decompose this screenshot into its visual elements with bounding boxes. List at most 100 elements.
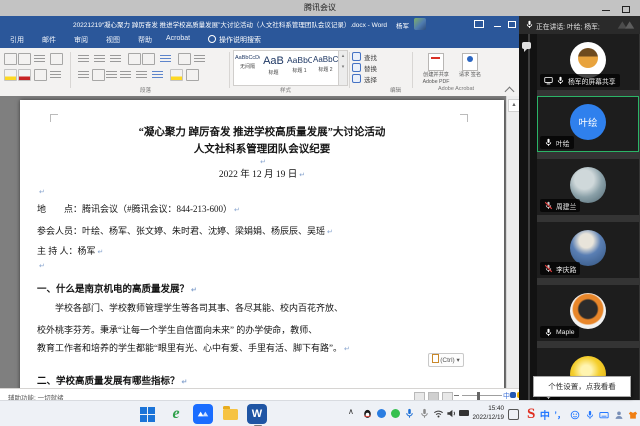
browser-tray-icon[interactable] — [377, 409, 386, 418]
show-marks-icon[interactable] — [194, 53, 205, 63]
chat-bubble-icon[interactable] — [522, 42, 531, 49]
participant-tile-yangjun-screenshare[interactable]: 杨军的屏幕共享 — [537, 34, 639, 90]
character-border-icon[interactable] — [50, 53, 63, 65]
tab-help[interactable]: 帮助 — [138, 35, 152, 45]
shrink-font-icon[interactable] — [18, 53, 31, 65]
notification-center-icon[interactable] — [508, 409, 519, 420]
start-button[interactable] — [140, 407, 155, 422]
style-no-spacing[interactable]: AaBbCcDc 无间隔 — [235, 51, 260, 83]
tell-me-search[interactable]: 操作说明搜索 — [208, 35, 261, 45]
participant-tile-yehui[interactable]: 叶绘 叶绘 — [537, 96, 639, 152]
font-color-icon[interactable] — [18, 69, 31, 81]
zoom-out-icon[interactable] — [454, 395, 459, 396]
line-spacing-icon[interactable] — [152, 69, 163, 79]
shading-icon[interactable] — [170, 69, 183, 81]
change-case-icon[interactable] — [34, 53, 45, 63]
scroll-up-icon[interactable]: ▲ — [508, 99, 519, 112]
empty-line — [20, 156, 504, 166]
mic-on-icon — [544, 138, 553, 147]
request-signatures-label[interactable]: 请求 签名 — [452, 72, 488, 79]
increase-indent-icon[interactable] — [142, 53, 155, 65]
tab-mailings[interactable]: 邮件 — [42, 35, 56, 45]
internet-explorer-icon[interactable]: e — [166, 404, 186, 424]
doc-location-line: 地 点：腾讯会议（#腾讯会议：844-213-600） — [37, 202, 484, 215]
create-share-pdf-label[interactable]: 创建并共享 Adobe PDF — [418, 72, 454, 85]
word-account-name[interactable]: 杨军 — [396, 20, 409, 30]
replace-button[interactable]: 替换 — [352, 63, 377, 73]
tray-expand-icon[interactable]: ∧ — [348, 407, 354, 416]
taskbar-clock[interactable]: 15:40 2022/12/19 — [464, 405, 504, 423]
tab-acrobat[interactable]: Acrobat — [166, 35, 190, 42]
align-left-icon[interactable] — [78, 69, 89, 79]
word-restore-icon[interactable] — [508, 21, 516, 28]
style-title[interactable]: AaB 标题 — [261, 51, 286, 83]
taskbar-date: 2022/12/19 — [464, 414, 504, 423]
enclose-character-icon[interactable] — [50, 69, 61, 79]
request-signatures-icon[interactable] — [462, 53, 478, 71]
ime-chinese-mode-icon[interactable]: 中 — [540, 407, 550, 422]
tencent-meeting-taskbar-icon[interactable] — [193, 404, 213, 424]
tab-view[interactable]: 视图 — [106, 35, 120, 45]
align-center-icon[interactable] — [92, 69, 105, 81]
participants-panel: 正在讲话: 叶绘; 杨军; 杨军的屏幕共享 叶绘 叶绘 周建 — [519, 16, 640, 400]
vertical-scrollbar[interactable]: ▲ — [506, 96, 519, 388]
find-button[interactable]: 查找 — [352, 52, 377, 62]
wechat-tray-icon[interactable] — [391, 409, 400, 418]
word-titlebar: 20221219“凝心聚力 踔厉奋发 推进学校高质量发展”大讨论活动（人文社科系… — [0, 16, 519, 32]
emoji-icon[interactable] — [570, 410, 580, 420]
grow-font-icon[interactable] — [4, 53, 17, 65]
character-shading-icon[interactable] — [34, 69, 47, 81]
styles-group-label: 样式 — [280, 86, 291, 94]
asian-layout-icon[interactable] — [160, 53, 171, 63]
restore-icon[interactable] — [622, 6, 630, 13]
multilevel-list-icon[interactable] — [110, 53, 121, 63]
wifi-icon[interactable] — [433, 408, 444, 419]
ime-punctuation-icon[interactable]: ’， — [554, 408, 566, 421]
minimize-icon[interactable] — [602, 6, 610, 11]
word-taskbar-icon[interactable]: W — [247, 404, 267, 424]
volume-icon[interactable] — [446, 408, 457, 419]
participant-tile-zhoujianlan[interactable]: 周建兰 — [537, 159, 639, 215]
create-share-pdf-icon[interactable] — [428, 53, 444, 71]
doc-heading1: 一、什么是南京机电的高质量发展？ — [37, 281, 484, 295]
word-minimize-icon[interactable] — [494, 22, 501, 27]
paste-options-button[interactable]: (Ctrl) ▾ — [428, 353, 464, 367]
decrease-indent-icon[interactable] — [128, 53, 141, 65]
doc-attendees-line: 参会人员：叶绘、杨军、张文婷、朱时君、沈婷、梁娟娟、杨辰辰、吴瑶 — [37, 224, 484, 237]
participant-label: 李庆路 — [540, 262, 580, 275]
sogou-logo-icon[interactable]: S — [527, 406, 535, 423]
account-avatar[interactable] — [414, 18, 426, 30]
align-right-icon[interactable] — [106, 69, 117, 79]
ime-tool-icon[interactable] — [510, 392, 516, 398]
gallery-scroll[interactable]: ▴▾ — [338, 50, 348, 86]
file-explorer-icon[interactable] — [220, 404, 240, 424]
justify-icon[interactable] — [120, 69, 131, 79]
tab-references[interactable]: 引用 — [10, 35, 24, 45]
mic-tray-icon[interactable] — [419, 408, 430, 419]
participant-tile-maple[interactable]: Maple — [537, 285, 639, 341]
ribbon-display-options-icon[interactable] — [474, 20, 484, 28]
soft-keyboard-icon[interactable] — [599, 410, 609, 420]
zoom-slider[interactable] — [462, 395, 502, 396]
tab-review[interactable]: 审阅 — [74, 35, 88, 45]
highlight-color-icon[interactable] — [4, 69, 17, 81]
ime-skin-icon[interactable] — [628, 410, 638, 420]
distribute-icon[interactable] — [136, 69, 147, 79]
voice-input-icon[interactable] — [585, 410, 595, 420]
mic-active-tray-icon[interactable] — [404, 408, 415, 419]
document-page[interactable]: “凝心聚力 踔厉奋发 推进学校高质量发展”大讨论活动 人文社科系管理团队会议纪要… — [20, 100, 504, 388]
borders-icon[interactable] — [186, 69, 199, 81]
style-heading2[interactable]: AaBbC 标题 2 — [313, 51, 338, 83]
ime-tooltip: 个性设置，点我看看 — [533, 376, 631, 397]
ime-toolbox-icon[interactable] — [614, 410, 624, 420]
participant-tile-liqinglu[interactable]: 李庆路 — [537, 222, 639, 278]
sort-icon[interactable] — [178, 53, 191, 65]
collapse-ribbon-icon[interactable] — [505, 87, 515, 97]
avatar-zhoujianlan — [570, 167, 606, 203]
numbering-icon[interactable] — [94, 53, 105, 63]
select-button[interactable]: 选择 — [352, 74, 377, 84]
bullets-icon[interactable] — [78, 53, 89, 63]
qq-tray-icon[interactable] — [362, 408, 373, 419]
style-heading1[interactable]: AaBbC 标题 1 — [287, 51, 312, 83]
zoom-slider-knob[interactable] — [477, 392, 480, 400]
